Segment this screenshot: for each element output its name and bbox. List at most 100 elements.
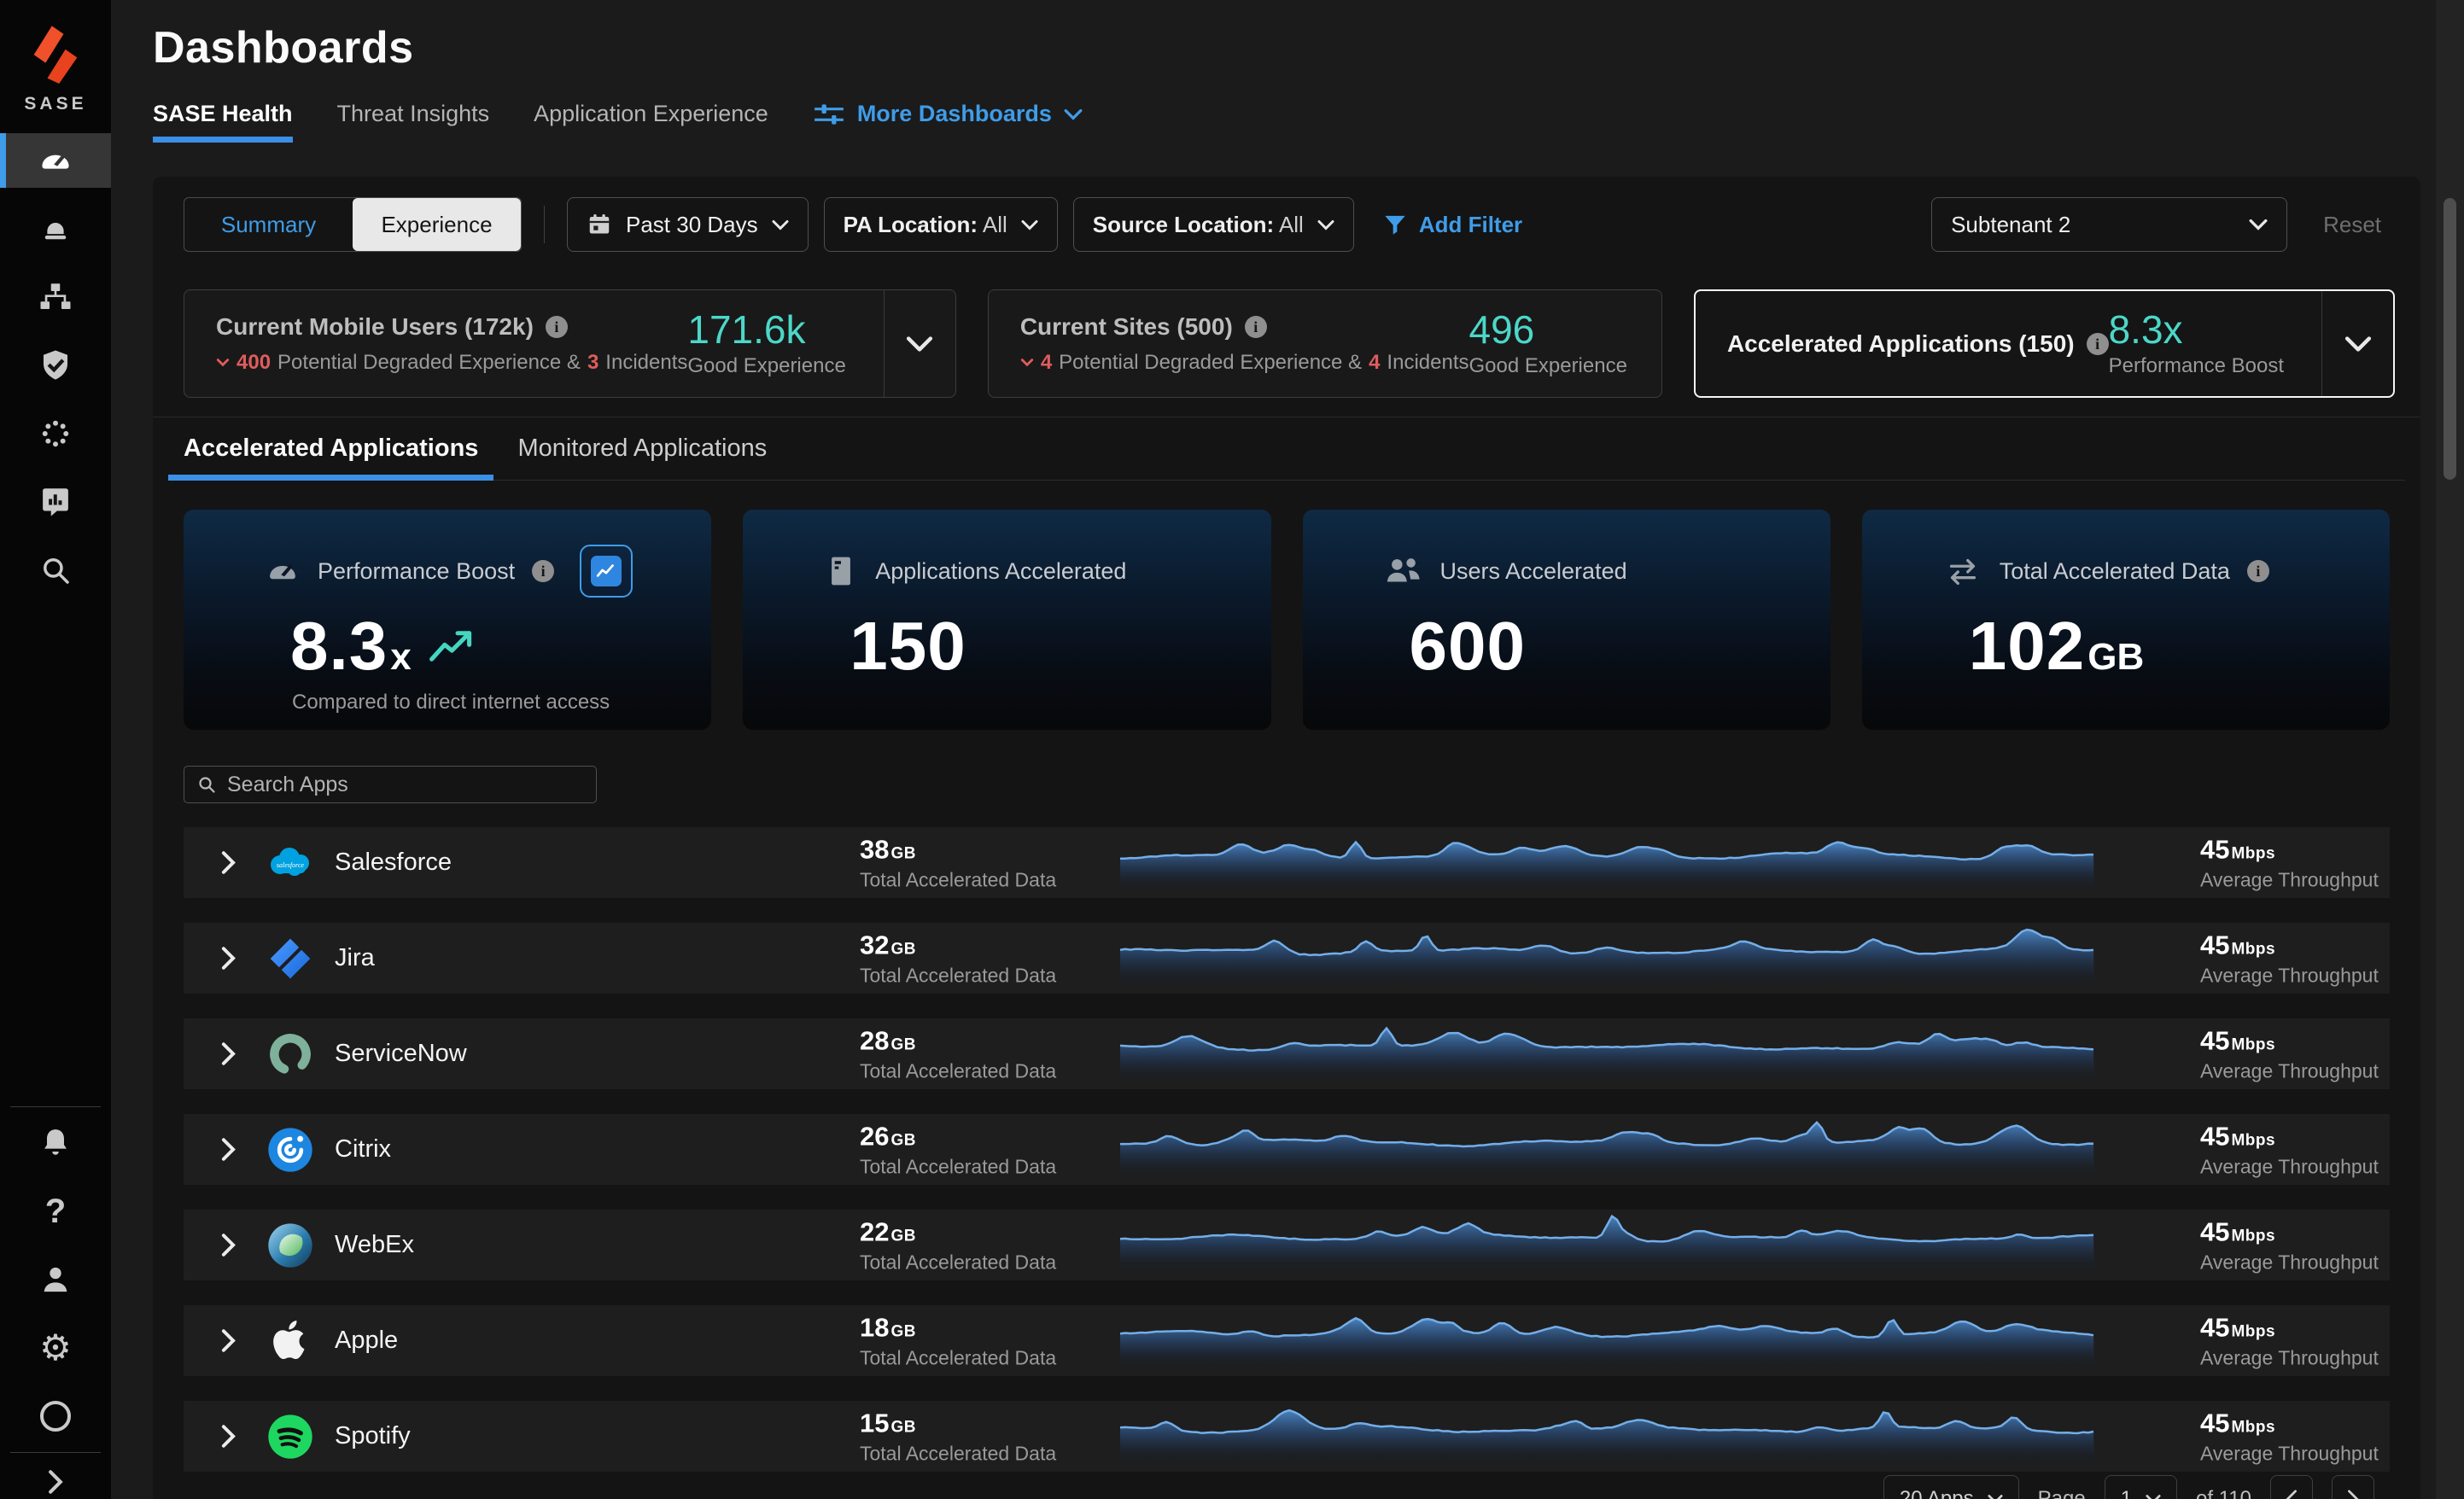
time-range-value: Past 30 Days: [626, 212, 758, 238]
sidebar-item-security[interactable]: [0, 338, 111, 393]
throughput-value: 45: [2200, 930, 2229, 960]
sidebar-item-alerts[interactable]: [0, 201, 111, 256]
bell-icon: [38, 1126, 73, 1160]
filter-bar: Summary Experience: [184, 197, 2390, 252]
throughput-metric: 45 Mbps Average Throughput: [2200, 834, 2379, 891]
data-unit: GB: [890, 1227, 916, 1245]
data-unit: GB: [890, 1418, 916, 1437]
stat-card-value: 102: [1969, 612, 2085, 680]
sliders-icon: [813, 102, 845, 127]
chevron-down-icon: [772, 219, 789, 230]
reset-button[interactable]: Reset: [2323, 212, 2381, 238]
throughput-sparkline: [1120, 1406, 2094, 1467]
info-icon[interactable]: i: [532, 560, 554, 582]
info-icon[interactable]: i: [2247, 560, 2269, 582]
more-dashboards-label: More Dashboards: [857, 101, 1052, 127]
previous-page-button[interactable]: [2270, 1475, 2313, 1499]
throughput-value: 45: [2200, 834, 2229, 865]
sase-logo-icon: [23, 20, 88, 84]
pa-location-value: All: [983, 212, 1007, 237]
throughput-metric: 45 Mbps Average Throughput: [2200, 930, 2379, 987]
application-row-servicenow[interactable]: ServiceNow 28 GB Total Accelerated Data …: [184, 1018, 2390, 1089]
summary-card-expand-button[interactable]: [884, 290, 955, 397]
time-range-dropdown[interactable]: Past 30 Days: [567, 197, 809, 252]
sidebar-item-notifications[interactable]: [0, 1116, 111, 1170]
summary-card-expand-button[interactable]: [2321, 291, 2393, 396]
stat-card-suffix: x: [390, 636, 411, 679]
expand-chevron-icon[interactable]: [221, 947, 236, 970]
tab-monitored-applications[interactable]: Monitored Applications: [502, 428, 782, 480]
info-icon[interactable]: i: [1245, 316, 1267, 338]
summary-card-value-label: Good Experience: [687, 354, 845, 378]
expand-chevron-icon[interactable]: [221, 851, 236, 874]
tab-threat-insights[interactable]: Threat Insights: [337, 101, 490, 143]
application-name: Citrix: [335, 1135, 391, 1164]
summary-card-title: Accelerated Applications (150): [1727, 330, 2075, 358]
scrollbar-thumb[interactable]: [2444, 198, 2456, 480]
application-row-citrix[interactable]: Citrix 26 GB Total Accelerated Data 45 M…: [184, 1114, 2390, 1185]
tab-accelerated-applications[interactable]: Accelerated Applications: [168, 428, 493, 480]
users-icon: [1384, 554, 1423, 588]
throughput-value: 45: [2200, 1312, 2229, 1343]
summary-card-title: Current Sites (500): [1020, 313, 1233, 341]
sidebar-item-status[interactable]: [0, 1389, 111, 1444]
expand-chevron-icon[interactable]: [221, 1138, 236, 1161]
info-icon[interactable]: i: [546, 316, 568, 338]
page-size-dropdown[interactable]: 20 Apps: [1883, 1475, 2019, 1499]
brand-logo[interactable]: SASE: [23, 0, 88, 114]
sidebar-item-network[interactable]: [0, 270, 111, 324]
alert-chevron-icon: [1020, 358, 1034, 367]
application-row-apple[interactable]: Apple 18 GB Total Accelerated Data 45 Mb…: [184, 1305, 2390, 1376]
info-icon[interactable]: i: [2087, 333, 2109, 355]
sidebar-divider: [10, 1106, 101, 1107]
experience-toggle-button[interactable]: Experience: [353, 198, 521, 251]
page-number-dropdown[interactable]: 1: [2105, 1475, 2177, 1499]
throughput-value: 45: [2200, 1121, 2229, 1152]
more-dashboards-menu[interactable]: More Dashboards: [813, 101, 1083, 127]
sidebar-item-user[interactable]: [0, 1252, 111, 1307]
circle-icon: [40, 1401, 71, 1432]
expand-chevron-icon[interactable]: [221, 1425, 236, 1448]
stat-card-value: 600: [1410, 612, 1526, 680]
tab-sase-health[interactable]: SASE Health: [153, 101, 293, 143]
sidebar-collapse[interactable]: [0, 1465, 111, 1499]
expand-chevron-icon[interactable]: [221, 1234, 236, 1257]
application-row-jira[interactable]: Jira 32 GB Total Accelerated Data 45 Mbp…: [184, 923, 2390, 994]
view-chart-button[interactable]: [580, 545, 633, 598]
sidebar-item-dashboards[interactable]: [0, 133, 111, 188]
throughput-label: Average Throughput: [2200, 1442, 2379, 1465]
source-location-dropdown[interactable]: Source Location: All: [1073, 197, 1354, 252]
scrollbar-track[interactable]: [2436, 0, 2464, 1499]
stat-card-title: Users Accelerated: [1440, 558, 1627, 585]
tab-application-experience[interactable]: Application Experience: [534, 101, 768, 143]
sidebar-item-help[interactable]: ?: [0, 1184, 111, 1239]
application-name: Salesforce: [335, 849, 452, 877]
sidebar-item-reports[interactable]: [0, 475, 111, 529]
application-logo-icon: [266, 935, 314, 983]
application-row-spotify[interactable]: Spotify 15 GB Total Accelerated Data 45 …: [184, 1401, 2390, 1472]
application-row-webex[interactable]: WebEx 22 GB Total Accelerated Data 45 Mb…: [184, 1210, 2390, 1280]
data-unit: GB: [890, 844, 916, 863]
subtenant-dropdown[interactable]: Subtenant 2: [1931, 197, 2287, 252]
throughput-metric: 45 Mbps Average Throughput: [2200, 1121, 2379, 1178]
summary-toggle-button[interactable]: Summary: [184, 198, 353, 251]
application-tabs: Accelerated Applications Monitored Appli…: [168, 428, 2405, 481]
application-row-salesforce[interactable]: salesforce Salesforce 38 GB Total Accele…: [184, 827, 2390, 898]
summary-card-sites[interactable]: Current Sites (500) i 4 Potential Degrad…: [988, 289, 1662, 398]
summary-card-value-label: Performance Boost: [2109, 354, 2284, 378]
summary-card-mobile-users[interactable]: Current Mobile Users (172k) i 400 Potent…: [184, 289, 956, 398]
add-filter-button[interactable]: Add Filter: [1383, 212, 1522, 238]
chevron-down-icon: [2249, 219, 2268, 230]
sidebar-item-settings[interactable]: ⚙: [0, 1321, 111, 1375]
search-apps-input[interactable]: [227, 773, 584, 797]
expand-chevron-icon[interactable]: [221, 1329, 236, 1352]
data-value: 18: [860, 1312, 889, 1343]
summary-card-accelerated-apps[interactable]: Accelerated Applications (150) i 8.3x Pe…: [1694, 289, 2395, 398]
pa-location-dropdown[interactable]: PA Location: All: [824, 197, 1058, 252]
next-page-button[interactable]: [2332, 1475, 2374, 1499]
incident-count: 4: [1369, 351, 1380, 375]
sidebar-item-search[interactable]: [0, 543, 111, 598]
expand-chevron-icon[interactable]: [221, 1042, 236, 1065]
sidebar-item-activity[interactable]: [0, 406, 111, 461]
throughput-sparkline: [1120, 928, 2094, 989]
